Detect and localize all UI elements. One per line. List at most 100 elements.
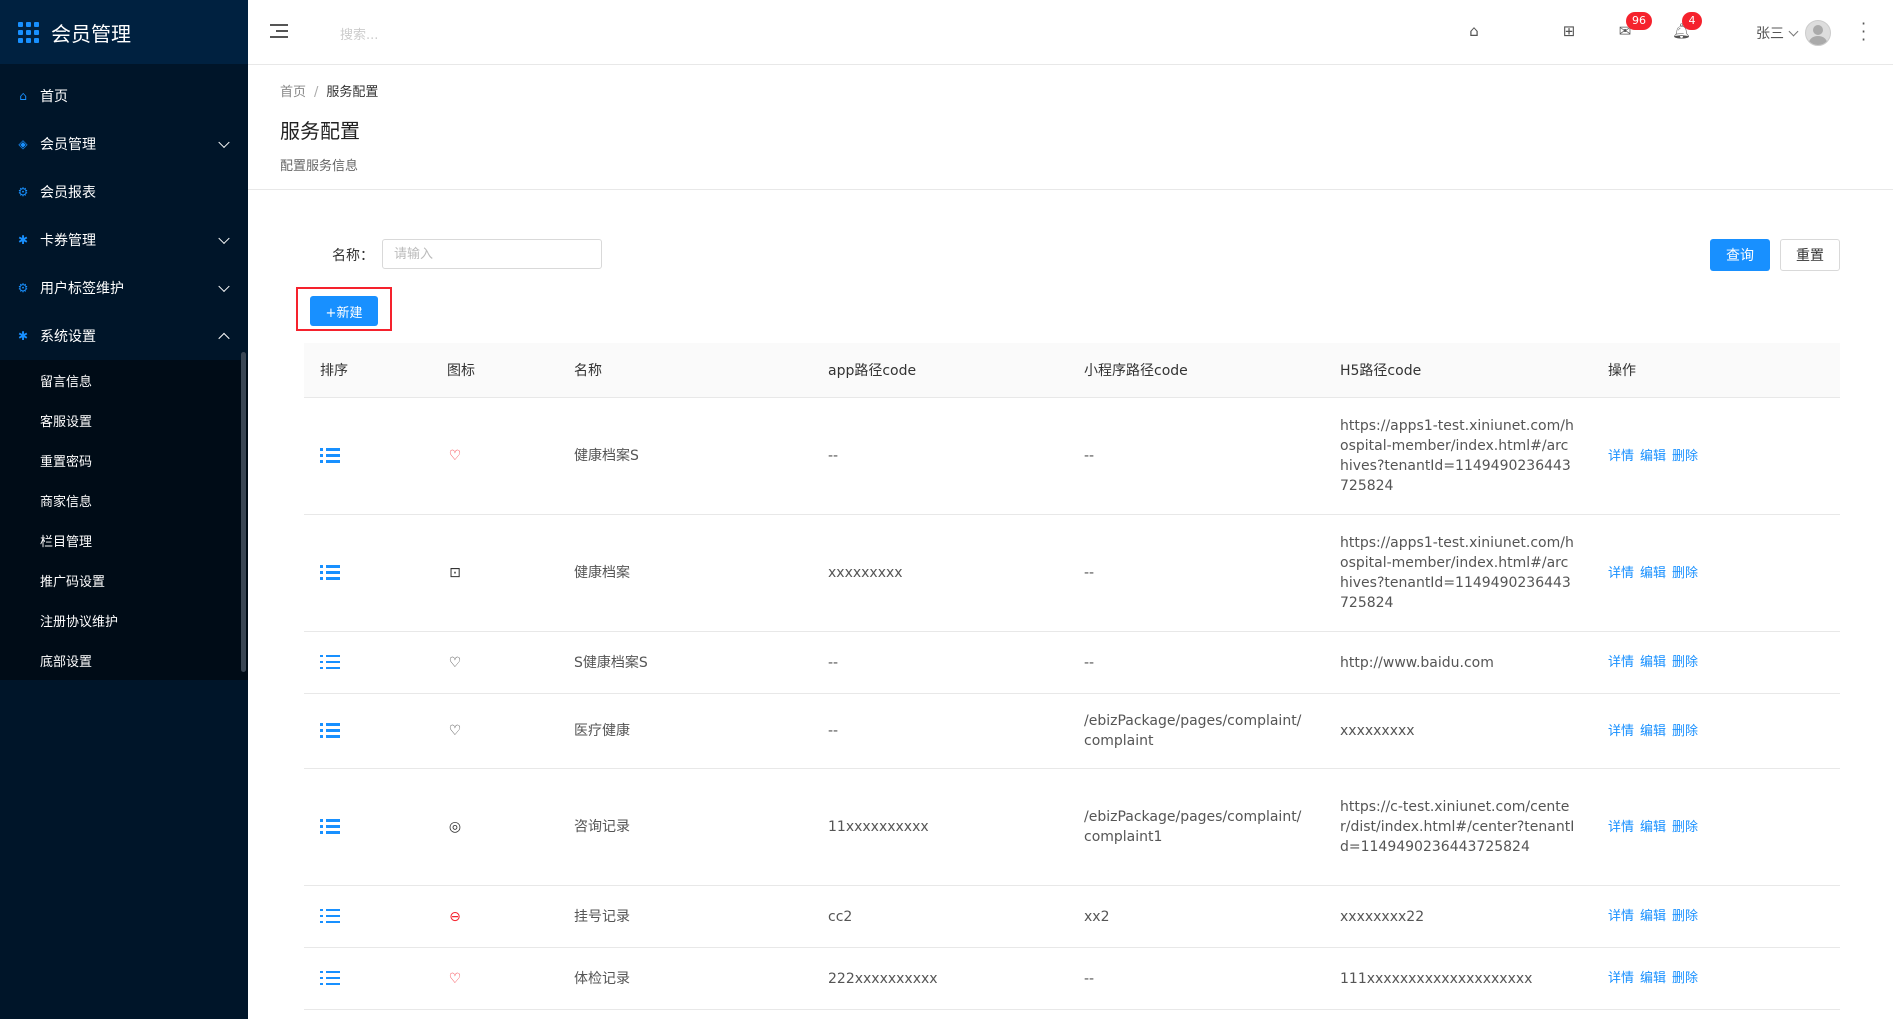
detail-link[interactable]: 详情 bbox=[1608, 724, 1634, 739]
detail-link[interactable]: 详情 bbox=[1608, 820, 1634, 835]
bell-icon[interactable]: 🔔︎ 4 bbox=[1672, 12, 1702, 40]
drag-handle-icon[interactable] bbox=[320, 565, 340, 581]
edit-link[interactable]: 编辑 bbox=[1640, 971, 1666, 986]
settings-icon: ✱ bbox=[17, 329, 29, 343]
sort-cell bbox=[304, 397, 431, 515]
sidebar-subitem-registration-agreement[interactable]: 注册协议维护 bbox=[0, 600, 248, 640]
heart-icon: ♡ bbox=[448, 448, 462, 464]
sidebar-subitem-column-management[interactable]: 栏目管理 bbox=[0, 520, 248, 560]
sidebar-item-member-report[interactable]: ⚙ 会员报表 bbox=[0, 168, 248, 216]
report-icon: ⚙ bbox=[17, 185, 29, 199]
edit-link[interactable]: 编辑 bbox=[1640, 566, 1666, 581]
drag-handle-icon[interactable] bbox=[320, 908, 340, 925]
table-row: ♡ 健康档案S -- -- https://apps1-test.xiniunet.co… bbox=[304, 397, 1840, 515]
mini-program-code-cell: xx2 bbox=[1068, 885, 1324, 948]
coupon-icon: ✱ bbox=[17, 233, 29, 247]
h5-code-cell: 111xxxxxxxxxxxxxxxxxxxx bbox=[1324, 947, 1592, 1010]
detail-link[interactable]: 详情 bbox=[1608, 971, 1634, 986]
apps-icon[interactable]: ⊞ bbox=[1560, 22, 1578, 40]
h5-code-cell: https://apps1-test.xiniunet.com/hospital… bbox=[1324, 514, 1592, 632]
home-icon[interactable]: ⌂ bbox=[1465, 22, 1483, 40]
drag-handle-icon[interactable] bbox=[320, 654, 340, 671]
app-code-cell: -- bbox=[812, 693, 1068, 769]
detail-link[interactable]: 详情 bbox=[1608, 449, 1634, 464]
sidebar-subitem-promo-code[interactable]: 推广码设置 bbox=[0, 560, 248, 600]
app-code-cell: 222xxxxxxxxxx bbox=[812, 947, 1068, 1010]
sort-cell bbox=[304, 693, 431, 769]
edit-link[interactable]: 编辑 bbox=[1640, 724, 1666, 739]
sidebar-item-home[interactable]: ⌂ 首页 bbox=[0, 72, 248, 120]
sidebar-subitem-reset-password[interactable]: 重置密码 bbox=[0, 440, 248, 480]
table-row: ♡ S健康档案S -- -- http://www.baidu.com 详情 编辑 删除 bbox=[304, 631, 1840, 694]
page-description: 配置服务信息 bbox=[280, 159, 359, 174]
delete-link[interactable]: 删除 bbox=[1672, 971, 1698, 986]
search-input[interactable]: 搜索... bbox=[340, 24, 378, 43]
icon-cell: ♡ bbox=[431, 693, 558, 769]
query-button[interactable]: 查询 bbox=[1710, 239, 1770, 271]
heart-outline-icon: ♡ bbox=[448, 654, 462, 671]
sidebar-subitem-customer-service[interactable]: 客服设置 bbox=[0, 400, 248, 440]
mini-program-code-cell: /ebizPackage/pages/complaint/complaint1 bbox=[1068, 768, 1324, 886]
edit-link[interactable]: 编辑 bbox=[1640, 449, 1666, 464]
sidebar-subitem-footer-settings[interactable]: 底部设置 bbox=[0, 640, 248, 680]
sort-cell bbox=[304, 885, 431, 948]
delete-link[interactable]: 删除 bbox=[1672, 566, 1698, 581]
actions-cell: 详情 编辑 删除 bbox=[1592, 693, 1840, 769]
drag-handle-icon[interactable] bbox=[320, 819, 340, 835]
new-button-highlight: +新建 bbox=[296, 287, 392, 331]
delete-link[interactable]: 删除 bbox=[1672, 909, 1698, 924]
name-label: 名称： bbox=[332, 248, 374, 264]
app-code-cell: cc2 bbox=[812, 885, 1068, 948]
actions-cell: 详情 编辑 删除 bbox=[1592, 947, 1840, 1010]
menu-fold-icon[interactable] bbox=[270, 24, 288, 38]
table-row: ⊖ 挂号记录 cc2 xx2 xxxxxxxx22 详情 编辑 删除 bbox=[304, 885, 1840, 948]
column-header: app路径code bbox=[812, 343, 1068, 398]
name-input[interactable] bbox=[382, 239, 602, 269]
sidebar-item-member-management[interactable]: ◈ 会员管理 bbox=[0, 120, 248, 168]
sidebar-item-user-tags[interactable]: ⚙ 用户标签维护 bbox=[0, 264, 248, 312]
sidebar-subitem-messages[interactable]: 留言信息 bbox=[0, 360, 248, 400]
drag-handle-icon[interactable] bbox=[320, 970, 340, 987]
user-menu[interactable]: 张三 bbox=[1756, 20, 1831, 46]
sidebar-item-label: 首页 bbox=[40, 89, 68, 105]
sidebar-item-coupon-management[interactable]: ✱ 卡券管理 bbox=[0, 216, 248, 264]
sort-cell bbox=[304, 631, 431, 694]
chevron-down-icon bbox=[218, 280, 230, 293]
icon-cell: ♡ bbox=[431, 631, 558, 694]
sort-cell bbox=[304, 768, 431, 886]
mini-program-code-cell: -- bbox=[1068, 947, 1324, 1010]
sidebar-item-label: 用户标签维护 bbox=[40, 281, 124, 297]
icon-cell: ♡ bbox=[431, 397, 558, 515]
detail-link[interactable]: 详情 bbox=[1608, 909, 1634, 924]
breadcrumb-home[interactable]: 首页 bbox=[280, 85, 306, 100]
edit-link[interactable]: 编辑 bbox=[1640, 655, 1666, 670]
more-vertical-icon[interactable]: · · · bbox=[1861, 16, 1866, 48]
gift-icon: ⊡ bbox=[449, 565, 461, 581]
h5-code-cell: xxxxxxxx22 bbox=[1324, 885, 1592, 948]
delete-link[interactable]: 删除 bbox=[1672, 724, 1698, 739]
drag-handle-icon[interactable] bbox=[320, 448, 340, 464]
delete-link[interactable]: 删除 bbox=[1672, 449, 1698, 464]
system-settings-submenu: 留言信息 客服设置 重置密码 商家信息 栏目管理 推广码设置 注册协议维护 底部… bbox=[0, 360, 248, 680]
drag-handle-icon[interactable] bbox=[320, 723, 340, 739]
delete-link[interactable]: 删除 bbox=[1672, 655, 1698, 670]
app-logo[interactable]: 会员管理 bbox=[0, 0, 248, 64]
table-row: ♡ 医疗健康 --/ebizPackage/pages/complaint/comp… bbox=[304, 693, 1840, 769]
h5-code-cell: https://c-test.xiniunet.com/center/dist/… bbox=[1324, 768, 1592, 886]
delete-link[interactable]: 删除 bbox=[1672, 820, 1698, 835]
sidebar-item-system-settings[interactable]: ✱ 系统设置 bbox=[0, 312, 248, 360]
main-content: 名称： 查询 重置 +新建 排序 图标 名称 app路径code 小程序路径co… bbox=[248, 190, 1893, 1019]
sidebar-subitem-merchant-info[interactable]: 商家信息 bbox=[0, 480, 248, 520]
mail-icon[interactable]: ✉ 96 bbox=[1616, 12, 1652, 40]
detail-link[interactable]: 详情 bbox=[1608, 655, 1634, 670]
sidebar-item-label: 会员管理 bbox=[40, 137, 96, 153]
sidebar-scrollbar[interactable] bbox=[241, 352, 246, 672]
reset-button[interactable]: 重置 bbox=[1780, 239, 1840, 271]
name-cell: 健康档案S bbox=[558, 397, 812, 515]
new-button[interactable]: +新建 bbox=[310, 296, 378, 326]
detail-link[interactable]: 详情 bbox=[1608, 566, 1634, 581]
name-cell: 咨询记录 bbox=[558, 768, 812, 886]
table-header-row: 排序 图标 名称 app路径code 小程序路径code H5路径code 操作 bbox=[304, 343, 1840, 398]
edit-link[interactable]: 编辑 bbox=[1640, 820, 1666, 835]
edit-link[interactable]: 编辑 bbox=[1640, 909, 1666, 924]
